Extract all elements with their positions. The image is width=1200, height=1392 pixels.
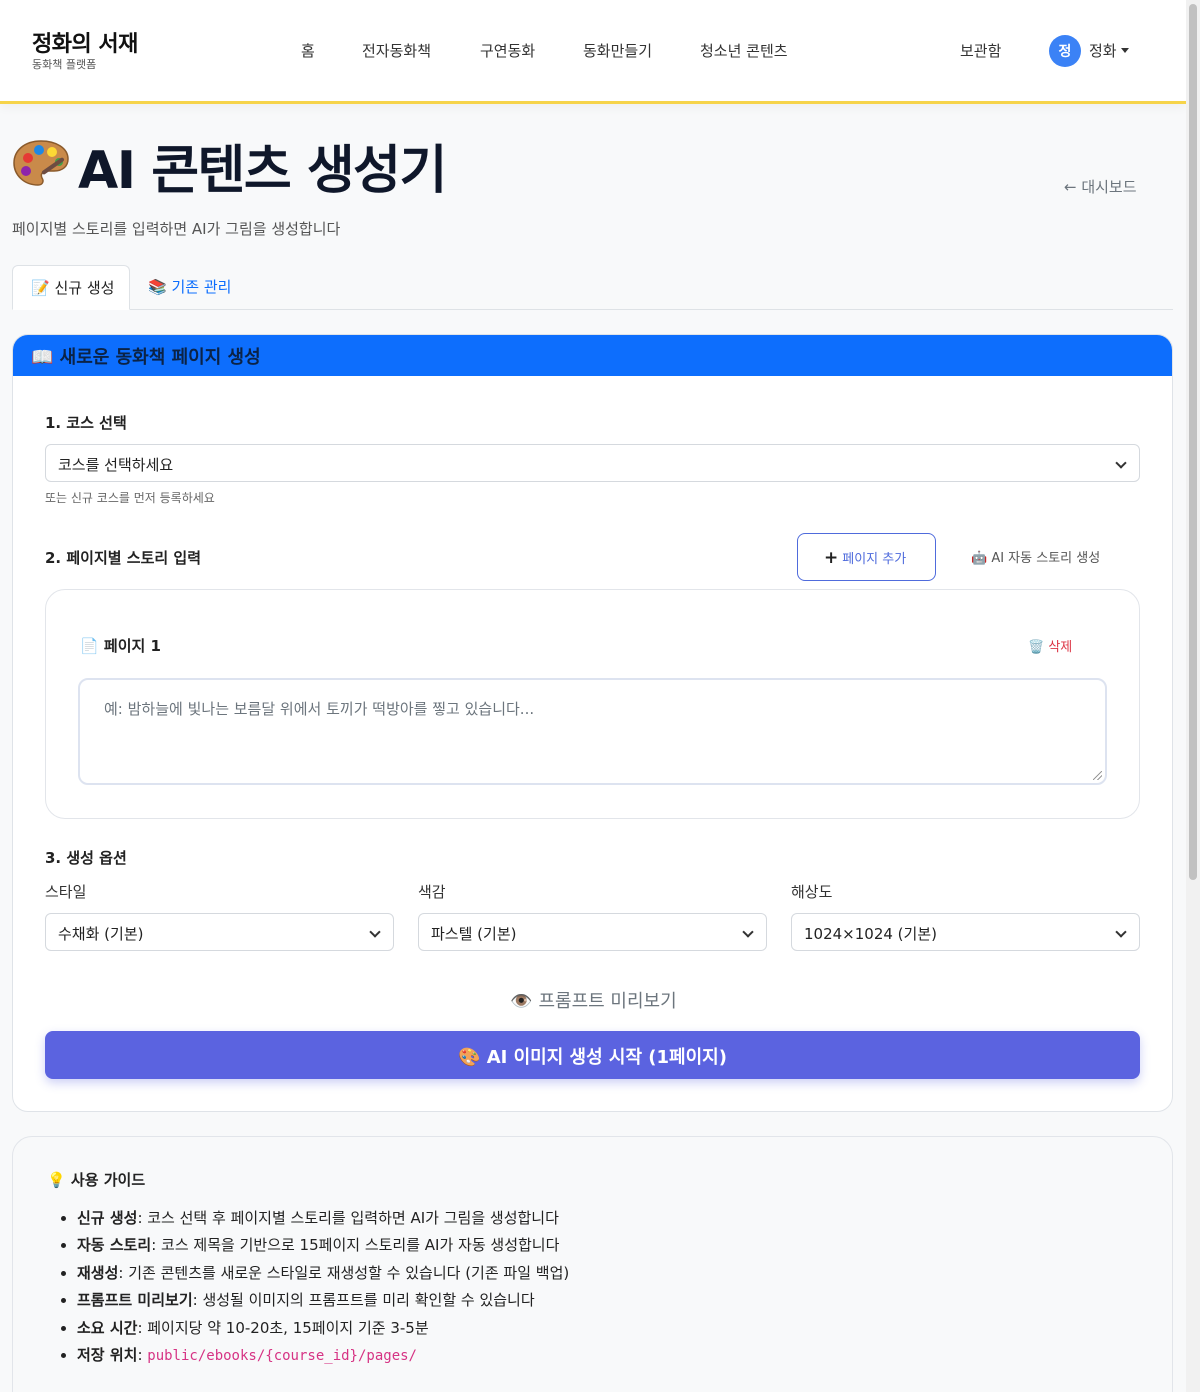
user-menu[interactable]: 정화 bbox=[1089, 40, 1117, 61]
usage-guide: 💡 사용 가이드 신규 생성: 코스 선택 후 페이지별 스토리를 입력하면 A… bbox=[12, 1136, 1173, 1392]
resize-grip-icon[interactable] bbox=[1093, 771, 1102, 780]
guide-list: 신규 생성: 코스 선택 후 페이지별 스토리를 입력하면 AI가 그림을 생성… bbox=[77, 1205, 569, 1369]
nav-youth-content[interactable]: 청소년 콘텐츠 bbox=[700, 40, 788, 61]
caret-down-icon[interactable] bbox=[1121, 48, 1129, 53]
guide-term: 저장 위치 bbox=[77, 1345, 138, 1364]
brand-title[interactable]: 정화의 서재 bbox=[32, 26, 138, 58]
list-item: 저장 위치: public/ebooks/{course_id}/pages/ bbox=[77, 1342, 569, 1369]
color-label: 색감 bbox=[418, 883, 446, 901]
resolution-select[interactable]: 1024×1024 (기본) bbox=[791, 913, 1140, 951]
course-select-label: 1. 코스 선택 bbox=[45, 414, 127, 432]
card-header: 📖 새로운 동화책 페이지 생성 bbox=[13, 335, 1172, 376]
color-select-value: 파스텔 (기본) bbox=[431, 925, 517, 943]
course-select-value: 코스를 선택하세요 bbox=[58, 456, 174, 474]
guide-term: 자동 스토리 bbox=[77, 1236, 152, 1255]
page-title: AI 콘텐츠 생성기 bbox=[78, 141, 447, 201]
guide-desc: : 코스 선택 후 페이지별 스토리를 입력하면 AI가 그림을 생성합니다 bbox=[137, 1209, 559, 1227]
chevron-down-icon bbox=[1115, 926, 1127, 938]
page-subtitle: 페이지별 스토리를 입력하면 AI가 그림을 생성합니다 bbox=[12, 220, 341, 238]
chevron-down-icon bbox=[369, 926, 381, 938]
guide-desc: : 페이지당 약 10-20초, 15페이지 기준 3-5분 bbox=[137, 1318, 429, 1337]
tabs-divider bbox=[12, 309, 1173, 310]
tab-new[interactable]: 📝 신규 생성 bbox=[12, 265, 130, 310]
nav-ebooks[interactable]: 전자동화책 bbox=[362, 40, 431, 61]
course-hint: 또는 신규 코스를 먼저 등록하세요 bbox=[45, 491, 215, 505]
style-select-value: 수채화 (기본) bbox=[58, 925, 144, 943]
color-select[interactable]: 파스텔 (기본) bbox=[418, 913, 767, 951]
story-textarea[interactable]: 예: 밤하늘에 빛나는 보름달 위에서 토끼가 떡방아를 찧고 있습니다... bbox=[78, 678, 1107, 785]
page-story-box: 📄 페이지 1 🗑️ 삭제 예: 밤하늘에 빛나는 보름달 위에서 토끼가 떡방… bbox=[45, 589, 1140, 819]
guide-desc: : 기존 콘텐츠를 새로운 스타일로 재생성할 수 있습니다 (기존 파일 백업… bbox=[118, 1263, 570, 1282]
storage-path: public/ebooks/{course_id}/pages/ bbox=[147, 1347, 417, 1364]
list-item: 재생성: 기존 콘텐츠를 새로운 스타일로 재생성할 수 있습니다 (기존 파일… bbox=[77, 1260, 569, 1287]
chevron-down-icon bbox=[1115, 457, 1127, 469]
resolution-select-value: 1024×1024 (기본) bbox=[804, 925, 937, 943]
page-label: 📄 페이지 1 bbox=[80, 637, 161, 655]
auto-story-button[interactable]: 🤖 AI 자동 스토리 생성 bbox=[971, 547, 1100, 566]
course-select[interactable]: 코스를 선택하세요 bbox=[45, 444, 1140, 482]
story-input-label: 2. 페이지별 스토리 입력 bbox=[45, 549, 202, 567]
chevron-down-icon bbox=[742, 926, 754, 938]
guide-term: 프롬프트 미리보기 bbox=[77, 1291, 193, 1310]
story-placeholder: 예: 밤하늘에 빛나는 보름달 위에서 토끼가 떡방아를 찧고 있습니다... bbox=[104, 700, 535, 718]
plus-icon: + bbox=[824, 548, 839, 568]
palette-icon bbox=[13, 140, 69, 186]
style-label: 스타일 bbox=[45, 883, 87, 901]
add-page-button[interactable]: + 페이지 추가 bbox=[797, 533, 936, 581]
guide-desc: : 생성될 이미지의 프롬프트를 미리 확인할 수 있습니다 bbox=[192, 1291, 535, 1310]
options-label: 3. 생성 옵션 bbox=[45, 849, 127, 867]
prompt-preview-button[interactable]: 👁️ 프롬프트 미리보기 bbox=[13, 987, 1172, 1013]
style-select[interactable]: 수채화 (기본) bbox=[45, 913, 394, 951]
list-item: 신규 생성: 코스 선택 후 페이지별 스토리를 입력하면 AI가 그림을 생성… bbox=[77, 1205, 569, 1232]
guide-term: 재생성 bbox=[77, 1263, 119, 1282]
guide-term: 소요 시간 bbox=[77, 1318, 138, 1337]
resolution-label: 해상도 bbox=[791, 883, 833, 901]
nav-storytelling[interactable]: 구연동화 bbox=[480, 40, 535, 61]
tab-existing[interactable]: 📚 기존 관리 bbox=[148, 276, 231, 297]
list-item: 소요 시간: 페이지당 약 10-20초, 15페이지 기준 3-5분 bbox=[77, 1315, 569, 1342]
delete-page-button[interactable]: 🗑️ 삭제 bbox=[1028, 636, 1072, 655]
add-page-label: 페이지 추가 bbox=[842, 552, 907, 567]
list-item: 자동 스토리: 코스 제목을 기반으로 15페이지 스토리를 AI가 자동 생성… bbox=[77, 1232, 569, 1259]
guide-desc: : bbox=[137, 1345, 148, 1364]
scrollbar[interactable] bbox=[1186, 0, 1200, 1392]
guide-term: 신규 생성 bbox=[77, 1209, 138, 1227]
generate-images-button[interactable]: 🎨 AI 이미지 생성 시작 (1페이지) bbox=[45, 1031, 1140, 1079]
guide-desc: : 코스 제목을 기반으로 15페이지 스토리를 AI가 자동 생성합니다 bbox=[151, 1236, 560, 1255]
scrollbar-thumb[interactable] bbox=[1189, 4, 1197, 880]
generator-card: 📖 새로운 동화책 페이지 생성 1. 코스 선택 코스를 선택하세요 또는 신… bbox=[12, 334, 1173, 1112]
nav-storage[interactable]: 보관함 bbox=[960, 40, 1001, 61]
brand-subtitle: 동화책 플랫폼 bbox=[32, 58, 97, 71]
guide-title: 💡 사용 가이드 bbox=[47, 1171, 146, 1189]
nav-home[interactable]: 홈 bbox=[301, 40, 315, 61]
list-item: 프롬프트 미리보기: 생성될 이미지의 프롬프트를 미리 확인할 수 있습니다 bbox=[77, 1287, 569, 1314]
avatar[interactable]: 정 bbox=[1049, 35, 1081, 67]
back-to-dashboard-link[interactable]: ← 대시보드 bbox=[1064, 176, 1137, 197]
top-navbar: 정화의 서재 동화책 플랫폼 홈 전자동화책 구연동화 동화만들기 청소년 콘텐… bbox=[0, 0, 1186, 104]
nav-make-story[interactable]: 동화만들기 bbox=[583, 40, 652, 61]
